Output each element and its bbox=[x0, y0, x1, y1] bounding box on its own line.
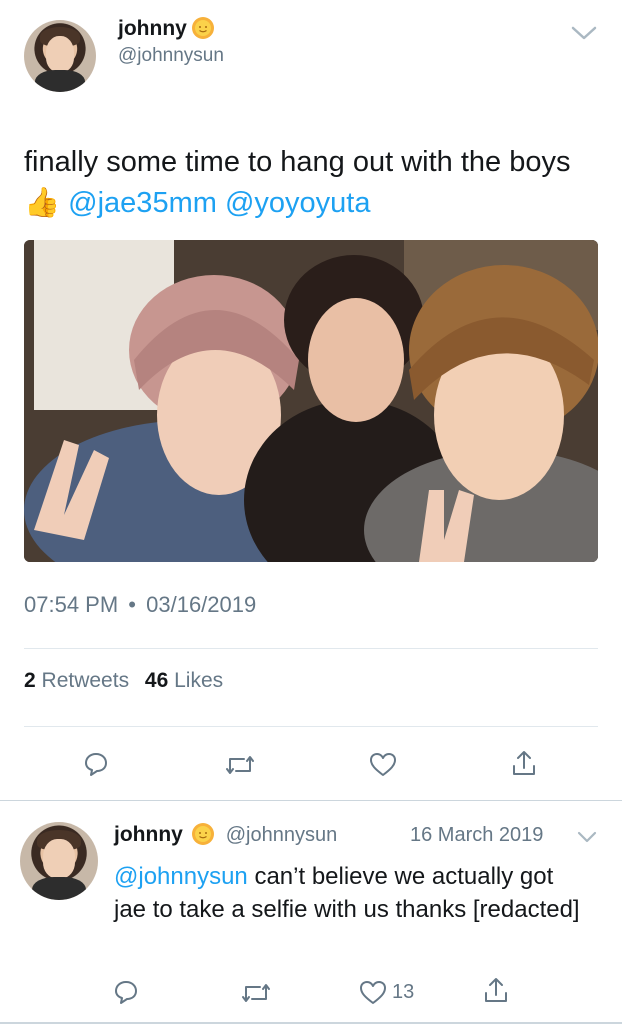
reply-text: @johnnysun can’t believe we actually got… bbox=[114, 860, 584, 926]
tweet-timestamp-row[interactable]: 07:54 PM • 03/16/2019 bbox=[24, 592, 256, 618]
meta-separator: • bbox=[128, 592, 136, 617]
heart-icon[interactable] bbox=[368, 750, 398, 778]
reply-icon[interactable] bbox=[112, 978, 140, 1006]
retweet-icon[interactable] bbox=[224, 752, 256, 778]
reply-icon[interactable] bbox=[82, 750, 110, 778]
sun-emoji-icon bbox=[191, 822, 215, 846]
divider bbox=[24, 648, 598, 649]
avatar-shirt bbox=[34, 70, 86, 92]
chevron-down-icon[interactable] bbox=[570, 24, 598, 42]
tweet-time: 07:54 PM bbox=[24, 592, 119, 617]
tweet-stats: 2 Retweets 46 Likes bbox=[24, 669, 223, 693]
heart-icon[interactable] bbox=[358, 978, 388, 1006]
sun-emoji-icon bbox=[191, 16, 215, 40]
likes-count: 46 bbox=[144, 669, 169, 692]
mention-link-yuta[interactable]: @yoyoyuta bbox=[225, 187, 371, 219]
author-name-row[interactable]: johnny bbox=[118, 16, 215, 41]
author-name[interactable]: johnny bbox=[118, 17, 187, 40]
avatar-face bbox=[45, 35, 75, 72]
tweet-text: finally some time to hang out with the b… bbox=[24, 142, 604, 224]
section-divider bbox=[0, 800, 622, 801]
mention-link-jae[interactable]: @jae35mm bbox=[68, 187, 217, 219]
tweet-photo[interactable] bbox=[24, 240, 598, 562]
group-selfie-photo-icon bbox=[24, 240, 598, 562]
retweets-count: 2 bbox=[24, 669, 36, 692]
share-icon[interactable] bbox=[510, 748, 538, 778]
share-icon[interactable] bbox=[482, 975, 510, 1005]
tweet-body: finally some time to hang out with the b… bbox=[24, 146, 571, 178]
retweets-stat[interactable]: 2 Retweets bbox=[24, 669, 129, 692]
author-avatar[interactable] bbox=[24, 20, 96, 92]
retweet-icon[interactable] bbox=[240, 980, 272, 1006]
retweets-label: Retweets bbox=[41, 669, 130, 692]
chevron-down-icon[interactable] bbox=[576, 830, 598, 844]
avatar-shirt bbox=[31, 876, 87, 900]
divider bbox=[24, 726, 598, 727]
reply-like-count: 13 bbox=[392, 981, 415, 1003]
likes-label: Likes bbox=[174, 669, 224, 692]
thumbs-up-emoji-icon: 👍 bbox=[24, 187, 61, 219]
reply-author-name[interactable]: johnny bbox=[114, 823, 183, 846]
reply-date[interactable]: 16 March 2019 bbox=[410, 824, 543, 847]
reply-author-handle[interactable]: @johnnysun bbox=[226, 824, 337, 846]
reply-mention-link[interactable]: @johnnysun bbox=[114, 863, 248, 890]
likes-stat[interactable]: 46 Likes bbox=[145, 669, 223, 692]
reply-author-avatar[interactable] bbox=[20, 822, 98, 900]
tweet-date: 03/16/2019 bbox=[146, 592, 257, 617]
author-handle[interactable]: @johnnysun bbox=[118, 45, 224, 67]
avatar-face bbox=[43, 839, 75, 879]
